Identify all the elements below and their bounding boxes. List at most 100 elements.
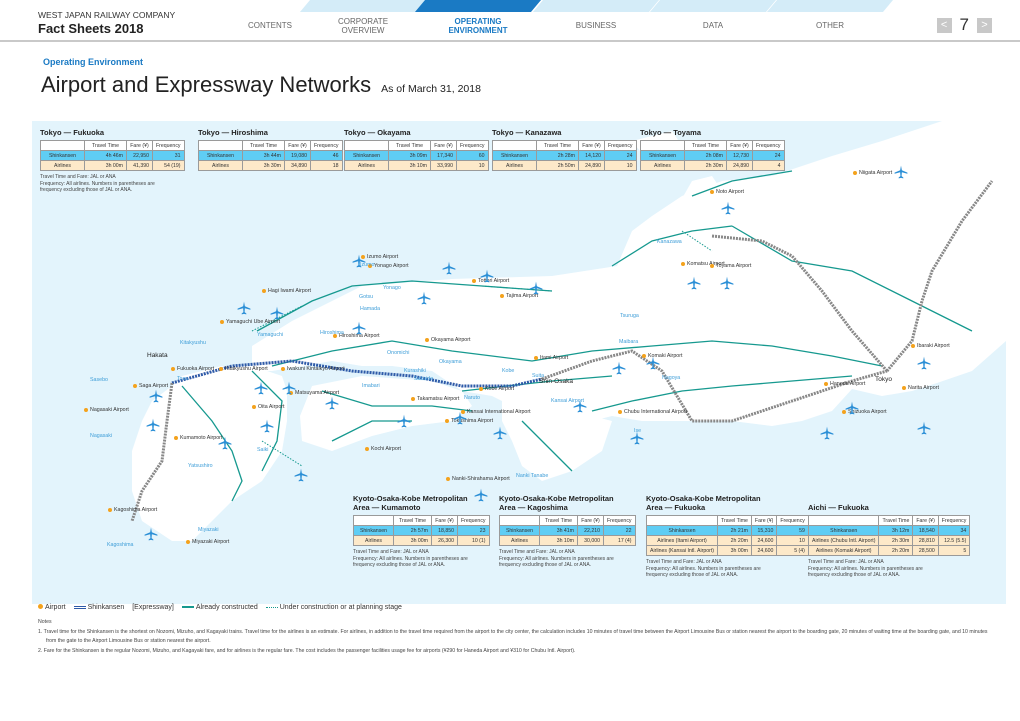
fare-table: Travel Time Fare (¥) Frequency Shinkansen 3… [198,140,343,171]
airplane-icon [352,321,366,335]
table-block-kok-kumamoto: Kyoto-Osaka-Kobe Metropolitan Area — Kuma… [353,494,490,569]
city-label: Yamaguchi [257,332,284,338]
airport-label: Kagoshima Airport [114,507,158,513]
table-row: Airlines 3h 30m 34,890 18 [198,160,343,171]
airplane-icon [352,254,366,268]
airport-dot-icon [446,477,450,481]
tab-other[interactable]: OTHER [766,0,894,40]
airplane-icon [630,431,644,445]
city-label: Kurashiki [404,368,426,374]
table-note: Travel Time and Fare: JAL or ANA Frequenc… [40,174,155,193]
airplane-icon [417,291,431,305]
airport-dot-icon [824,382,828,386]
tab-stripe [414,0,542,12]
airplane-icon [493,426,507,440]
city-label: Yatsushiro [188,463,213,469]
airplane-icon [149,389,163,403]
airport-dot-icon [681,262,685,266]
airport-label: Nagasaki Airport [90,407,129,413]
airport-dot-icon [445,419,449,423]
city-label: Hamada [360,306,381,312]
chevron-right-icon[interactable]: > [977,17,992,33]
city-label: Kitakyushu [180,340,206,346]
airport-label: Toyama Airport [716,263,752,269]
airport-label: Miyazaki Airport [192,539,230,545]
table-note: Travel Time and Fare: JAL or ANA Frequenc… [808,559,923,578]
tab-data[interactable]: DATA [649,0,777,40]
tab-business[interactable]: BUSINESS [532,0,660,40]
airport-dot-icon [534,356,538,360]
top-header: WEST JAPAN RAILWAY COMPANY Fact Sheets 2… [0,0,1020,42]
tab-stripe [649,0,777,12]
table-block-aichi-fukuoka: Aichi — Fukuoka Travel Time Fare (¥) Frequ… [807,494,971,579]
airport-dot-icon [133,384,137,388]
airport-dot-icon [174,436,178,440]
airport-label: Kobe Airport [485,386,515,392]
airport-label: Haneda Airport [830,381,866,387]
airplane-icon [820,426,834,440]
table-title: Kyoto-Osaka-Kobe Metropolitan Area — Kago… [499,494,614,512]
table-row: Airlines (Komaki Airport) 2h 20m 28,500 5 [807,545,971,556]
table-block-tokyo-okayama: Tokyo — Okayama Travel Time Fare (¥) Frequ… [344,128,489,171]
table-row: Airlines 3h 10m 33,990 10 [344,160,489,171]
as-of-date: As of March 31, 2018 [381,83,481,95]
table-row: Shinkansen 3h 12m 18,540 34 [807,525,971,536]
dotted-line-icon [265,606,278,608]
airplane-icon [442,261,456,275]
airplane-icon [721,201,735,215]
chevron-left-icon[interactable]: < [936,17,952,33]
major-station-label: Hakata [147,352,168,359]
table-row: Airlines (Chubu Intl. Airport) 2h 30m 28,8… [807,535,971,546]
airport-dot-icon [186,540,190,544]
airplane-icon [845,401,859,415]
table-block-tokyo-toyama: Tokyo — Toyama Travel Time Fare (¥) Freque… [640,128,785,171]
table-block-tokyo-kanazawa: Tokyo — Kanazawa Travel Time Fare (¥) Freq… [492,128,637,171]
airport-dot-icon [853,171,857,175]
airport-dot-icon [479,387,483,391]
legend-shinkansen: Shinkansen [73,604,124,611]
airport-dot-icon [171,367,175,371]
airport-dot-icon [281,367,285,371]
airplane-icon [480,269,494,283]
airport-label: Hagi Iwami Airport [268,288,311,294]
airport-dot-icon [108,508,112,512]
page-number: 7 [959,15,969,34]
city-label: Nanki Tanabe [516,473,549,479]
notes: Notes 1. Travel time for the Shinkansen … [38,618,998,656]
tab-stripe [766,0,894,12]
airplane-icon [270,306,284,320]
shikoku-island [300,376,472,451]
airport-dot-icon [252,405,256,409]
table-row: Shinkansen 2h 08m 12,730 24 [640,150,785,161]
city-label: Kobe [502,368,515,374]
airport-label: Izumo Airport [367,254,399,260]
network-map: Tokyo — Fukuoka Travel Time Fare (¥) Frequ… [32,121,1006,604]
airplane-icon [282,381,296,395]
airplane-icon [453,411,467,425]
airplane-icon [218,436,232,450]
table-row: Shinkansen 3h 09m 17,340 60 [344,150,489,161]
tab-operating-environment[interactable]: OPERATING ENVIRONMENT [414,0,542,40]
airplane-icon [144,527,158,541]
solid-line-icon [181,606,194,609]
airport-dot-icon [911,344,915,348]
city-label: Maibara [619,339,639,345]
note-item: 1. Travel time for the Shinkansen is the… [38,629,988,645]
table-note: Travel Time and Fare: JAL or ANA Frequenc… [646,559,761,578]
legend-planned: Under construction or at planning stage [265,604,402,611]
tab-corporate-overview[interactable]: CORPORATE OVERVIEW [299,0,427,40]
fare-table: Travel Time Fare (¥) Frequency Shinkansen 3… [807,515,971,556]
city-label: Hiroshima [320,330,344,336]
fare-table: Travel Time Fare (¥) Frequency Shinkansen 2… [640,140,785,171]
table-title: Kyoto-Osaka-Kobe Metropolitan Area — Fuku… [646,494,761,512]
airport-label: Fukuoka Airport [177,366,215,372]
brand-title[interactable]: Fact Sheets 2018 [38,21,144,36]
airplane-icon [237,301,251,315]
city-label: Sasebo [90,377,108,383]
airport-dot-icon [710,264,714,268]
airport-dot-icon [411,397,415,401]
airport-label: Kochi Airport [371,446,402,452]
table-row: Shinkansen 2h 57m 18,850 23 [353,525,490,536]
fare-table: Travel Time Fare (¥) Frequency Shinkansen 2… [353,515,490,546]
airplane-icon [529,281,543,295]
